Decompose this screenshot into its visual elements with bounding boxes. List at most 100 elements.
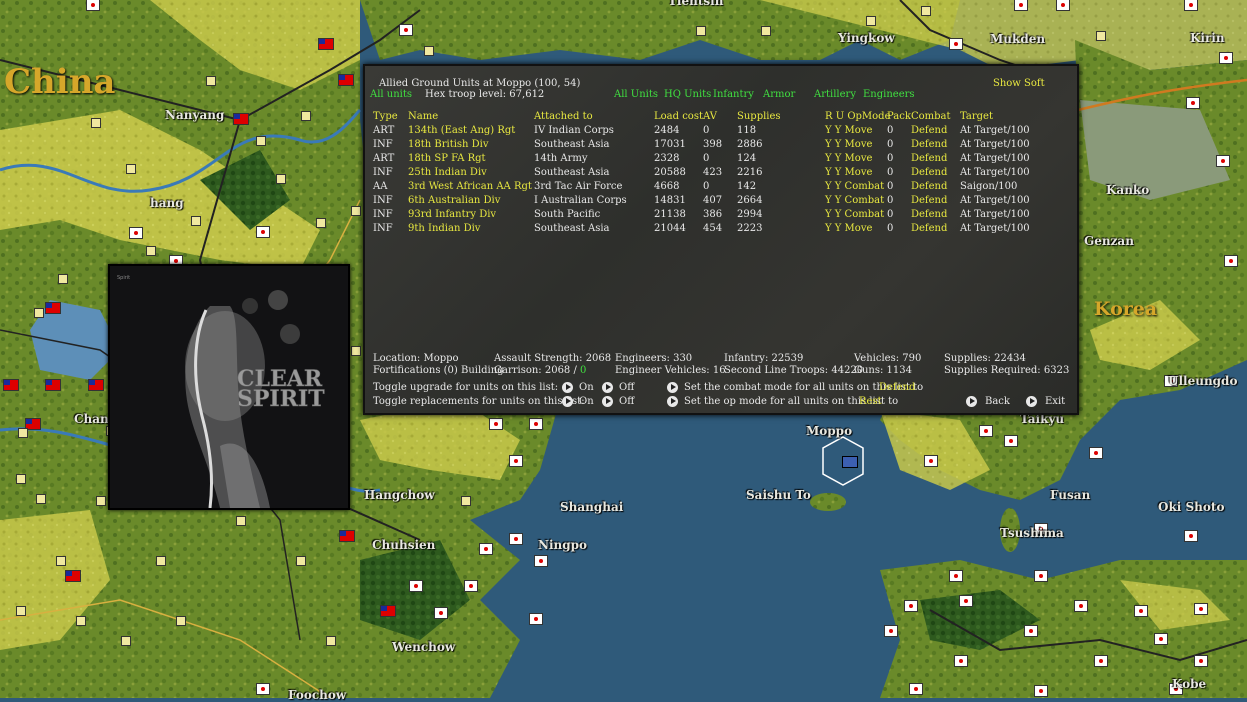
unit-ru-cell[interactable]: Y Y Move [825, 153, 872, 164]
filter-artillery[interactable]: Artillery [814, 89, 856, 100]
japanese-base-icon[interactable] [509, 455, 523, 467]
filter-infantry[interactable]: Infantry [713, 89, 754, 100]
japanese-base-icon[interactable] [509, 533, 523, 545]
combat-mode-value[interactable]: Defend [879, 382, 915, 393]
show-soft-button[interactable]: Show Soft [993, 78, 1045, 89]
exit-arrow-icon[interactable] [1026, 396, 1037, 407]
unit-combat-cell[interactable]: Defend [911, 153, 947, 164]
col-header-name[interactable]: Name [408, 111, 438, 122]
unit-combat-cell[interactable]: Defend [911, 139, 947, 150]
unit-name-cell[interactable]: 6th Australian Div [408, 195, 500, 206]
filter-hq-units[interactable]: HQ Units [664, 89, 711, 100]
japanese-base-icon[interactable] [479, 543, 493, 555]
replacements-on-button[interactable]: On [579, 396, 594, 407]
upgrade-on-button[interactable]: On [579, 382, 594, 393]
unit-ru-cell[interactable]: Y Y Combat [825, 181, 884, 192]
japanese-base-icon[interactable] [256, 226, 270, 238]
japanese-base-icon[interactable] [409, 580, 423, 592]
unit-name-cell[interactable]: 3rd West African AA Rgt [408, 181, 532, 192]
japanese-base-icon[interactable] [954, 655, 968, 667]
unit-row[interactable]: INF 6th Australian Div I Australian Corps 1… [365, 195, 1065, 208]
unit-row[interactable]: ART 18th SP FA Rgt 14th Army 2328 0 124 Y Y Mo… [365, 153, 1065, 166]
col-header-supplies[interactable]: Supplies [737, 111, 781, 122]
japanese-base-icon[interactable] [1194, 603, 1208, 615]
filter-armor[interactable]: Armor [763, 89, 795, 100]
chinese-base-icon[interactable] [233, 113, 249, 125]
japanese-base-icon[interactable] [1014, 0, 1028, 11]
japanese-base-icon[interactable] [1024, 625, 1038, 637]
unit-combat-cell[interactable]: Defend [911, 195, 947, 206]
japanese-base-icon[interactable] [949, 570, 963, 582]
japanese-base-icon[interactable] [1184, 0, 1198, 11]
chinese-base-icon[interactable] [380, 605, 396, 617]
chinese-base-icon[interactable] [338, 74, 354, 86]
japanese-base-icon[interactable] [1154, 633, 1168, 645]
replacements-off-button[interactable]: Off [619, 396, 634, 407]
chinese-base-icon[interactable] [88, 379, 104, 391]
back-button[interactable]: Back [985, 396, 1010, 407]
col-header-attached[interactable]: Attached to [534, 111, 593, 122]
japanese-base-icon[interactable] [434, 607, 448, 619]
unit-row[interactable]: INF 93rd Infantry Div South Pacific 21138 38… [365, 209, 1065, 222]
combat-mode-arrow-icon[interactable] [667, 382, 678, 393]
chinese-base-icon[interactable] [45, 379, 61, 391]
japanese-base-icon[interactable] [949, 38, 963, 50]
chinese-base-icon[interactable] [318, 38, 334, 50]
upgrade-off-button[interactable]: Off [619, 382, 634, 393]
japanese-base-icon[interactable] [1056, 0, 1070, 11]
unit-name-cell[interactable]: 25th Indian Div [408, 167, 487, 178]
replacements-on-arrow-icon[interactable] [562, 396, 573, 407]
unit-name-cell[interactable]: 18th SP FA Rgt [408, 153, 486, 164]
japanese-base-icon[interactable] [1074, 600, 1088, 612]
japanese-base-icon[interactable] [909, 683, 923, 695]
chinese-base-icon[interactable] [3, 379, 19, 391]
filter-engineers[interactable]: Engineers [863, 89, 915, 100]
japanese-base-icon[interactable] [1089, 447, 1103, 459]
op-mode-arrow-icon[interactable] [667, 396, 678, 407]
col-header-av[interactable]: AV [703, 111, 717, 122]
unit-row[interactable]: INF 18th British Div Southeast Asia 17031 39… [365, 139, 1065, 152]
japanese-base-icon[interactable] [399, 24, 413, 36]
chinese-base-icon[interactable] [65, 570, 81, 582]
unit-name-cell[interactable]: 93rd Infantry Div [408, 209, 496, 220]
japanese-base-icon[interactable] [884, 625, 898, 637]
unit-combat-cell[interactable]: Defend [911, 181, 947, 192]
unit-row[interactable]: AA 3rd West African AA Rgt 3rd Tac Air For… [365, 181, 1065, 194]
unit-combat-cell[interactable]: Defend [911, 125, 947, 136]
japanese-base-icon[interactable] [529, 418, 543, 430]
chinese-base-icon[interactable] [339, 530, 355, 542]
col-header-type[interactable]: Type [373, 111, 398, 122]
col-header-target[interactable]: Target [960, 111, 993, 122]
japanese-base-icon[interactable] [904, 600, 918, 612]
unit-row[interactable]: ART 134th (East Ang) Rgt IV Indian Corps 24… [365, 125, 1065, 138]
japanese-base-icon[interactable] [86, 0, 100, 11]
japanese-base-icon[interactable] [979, 425, 993, 437]
unit-ru-cell[interactable]: Y Y Combat [825, 209, 884, 220]
unit-ru-cell[interactable]: Y Y Move [825, 223, 872, 234]
upgrade-off-arrow-icon[interactable] [602, 382, 613, 393]
japanese-base-icon[interactable] [534, 555, 548, 567]
all-units-left-filter[interactable]: All units [370, 89, 412, 100]
japanese-base-icon[interactable] [1219, 52, 1233, 64]
japanese-base-icon[interactable] [1034, 570, 1048, 582]
exit-button[interactable]: Exit [1045, 396, 1065, 407]
col-header-load-cost[interactable]: Load cost [654, 111, 703, 122]
replacements-off-arrow-icon[interactable] [602, 396, 613, 407]
japanese-base-icon[interactable] [1034, 685, 1048, 697]
unit-ru-cell[interactable]: Y Y Move [825, 125, 872, 136]
japanese-base-icon[interactable] [1216, 155, 1230, 167]
japanese-base-icon[interactable] [959, 595, 973, 607]
allied-unit-counter-icon[interactable] [842, 456, 858, 468]
japanese-base-icon[interactable] [489, 418, 503, 430]
col-header-pack[interactable]: Pack [887, 111, 911, 122]
japanese-base-icon[interactable] [1194, 655, 1208, 667]
back-arrow-icon[interactable] [966, 396, 977, 407]
filter-all-units[interactable]: All Units [614, 89, 658, 100]
japanese-base-icon[interactable] [1184, 530, 1198, 542]
unit-name-cell[interactable]: 18th British Div [408, 139, 489, 150]
unit-row[interactable]: INF 25th Indian Div Southeast Asia 20588 423… [365, 167, 1065, 180]
japanese-base-icon[interactable] [1094, 655, 1108, 667]
japanese-base-icon[interactable] [529, 613, 543, 625]
col-header-combat[interactable]: Combat [911, 111, 951, 122]
japanese-base-icon[interactable] [256, 683, 270, 695]
